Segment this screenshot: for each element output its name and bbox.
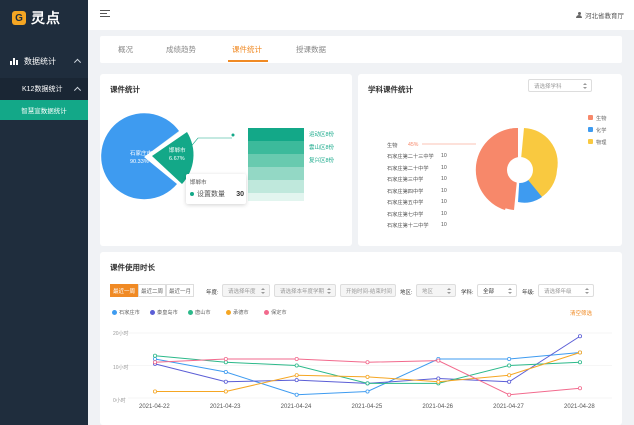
data-point[interactable]: [507, 392, 512, 397]
data-point[interactable]: [578, 360, 583, 365]
x-tick-label: 2021-04-23: [209, 404, 241, 410]
data-point[interactable]: [507, 363, 512, 368]
x-tick-label: 2021-04-26: [422, 404, 454, 410]
data-point[interactable]: [223, 389, 228, 394]
data-point[interactable]: [365, 381, 370, 386]
data-point[interactable]: [223, 360, 228, 365]
x-tick-label: 2021-04-22: [139, 404, 170, 410]
series-line[interactable]: [154, 355, 581, 384]
data-point[interactable]: [436, 358, 441, 363]
data-point[interactable]: [294, 363, 299, 368]
data-point[interactable]: [294, 373, 299, 378]
x-tick-label: 2021-04-28: [564, 404, 595, 410]
data-point[interactable]: [152, 360, 157, 365]
x-tick-label: 2021-04-27: [493, 404, 524, 410]
usage-line-chart: [128, 332, 612, 399]
data-point[interactable]: [223, 369, 228, 374]
data-point[interactable]: [365, 374, 370, 379]
data-point[interactable]: [507, 379, 512, 384]
data-point[interactable]: [294, 356, 299, 361]
data-point[interactable]: [365, 389, 370, 394]
data-point[interactable]: [578, 334, 583, 339]
data-point[interactable]: [365, 360, 370, 365]
x-tick-label: 2021-04-25: [351, 404, 383, 410]
x-tick-label: 2021-04-24: [280, 404, 312, 410]
data-point[interactable]: [152, 353, 157, 358]
data-point[interactable]: [436, 376, 441, 381]
data-point[interactable]: [152, 356, 157, 361]
data-point[interactable]: [223, 379, 228, 384]
data-point[interactable]: [507, 373, 512, 378]
data-point[interactable]: [578, 350, 583, 355]
data-point[interactable]: [507, 356, 512, 361]
data-point[interactable]: [294, 378, 299, 383]
data-point[interactable]: [436, 379, 441, 384]
data-point[interactable]: [223, 356, 228, 361]
data-point[interactable]: [294, 392, 299, 397]
data-point[interactable]: [152, 389, 157, 394]
data-point[interactable]: [578, 386, 583, 391]
